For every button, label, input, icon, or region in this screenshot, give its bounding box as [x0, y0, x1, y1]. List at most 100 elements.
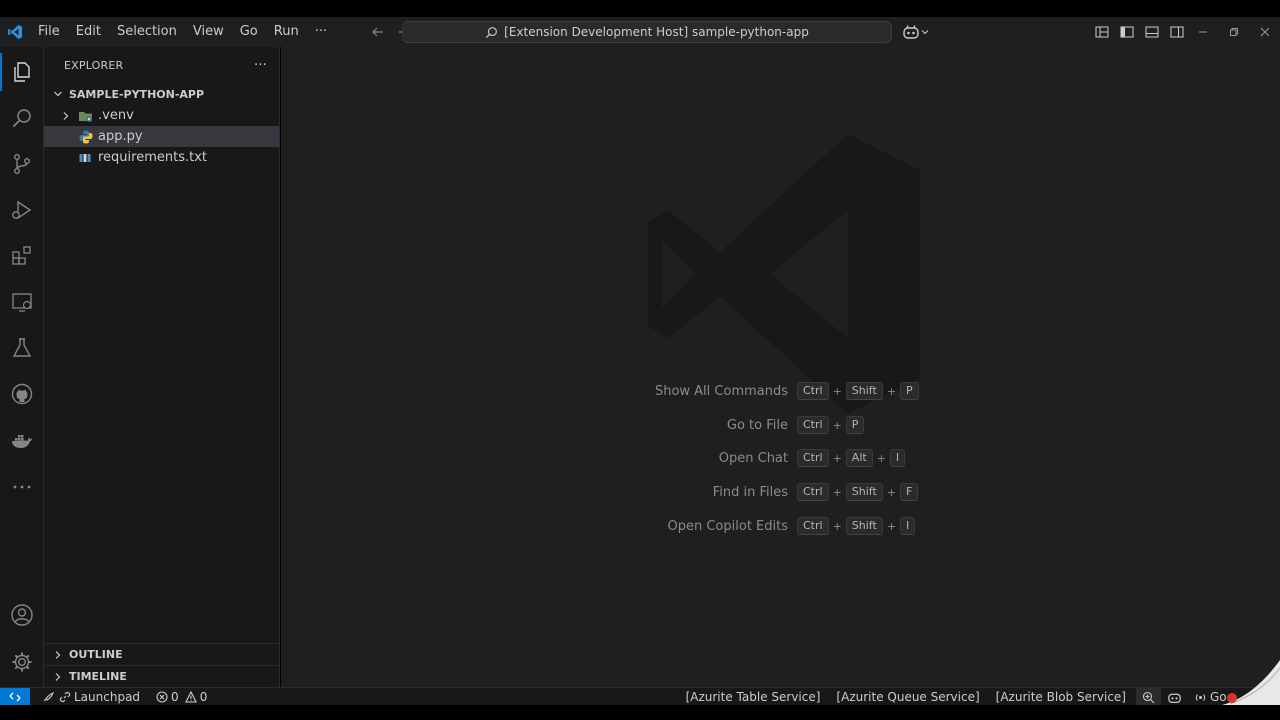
editor-empty-state: [281, 47, 1280, 687]
menu-go[interactable]: Go: [232, 17, 266, 47]
timeline-section[interactable]: TIMELINE: [44, 665, 280, 687]
zoom-icon: [1142, 691, 1155, 703]
vscode-watermark-icon: [648, 134, 920, 414]
shortcut-label: Open Copilot Edits: [667, 518, 789, 534]
error-icon: [156, 690, 168, 703]
tree-item-label: requirements.txt: [98, 150, 208, 165]
chevron-right-icon: [50, 647, 66, 663]
toggle-secondary-sidebar-icon[interactable]: [1167, 22, 1186, 42]
toggle-primary-sidebar-icon[interactable]: [1117, 22, 1136, 42]
warning-icon: [184, 690, 197, 703]
shortcut-label: Find in Files: [712, 484, 788, 500]
run-and-debug-icon[interactable]: [0, 187, 44, 233]
docker-icon[interactable]: [0, 418, 44, 464]
error-count: 0: [171, 689, 179, 704]
outline-section[interactable]: OUTLINE: [44, 643, 280, 665]
shortcut-keys: Ctrl + Shift + F: [797, 483, 919, 501]
explorer-icon[interactable]: [0, 49, 44, 95]
shortcut-go-to-file: Go to File Ctrl + P: [281, 415, 1280, 435]
tree-item-label: .venv: [98, 108, 134, 123]
status-bar: Launchpad 0 0 [Azurite Table Service] [A…: [0, 687, 1280, 706]
remote-icon: [9, 692, 21, 701]
shortcut-open-copilot-edits: Open Copilot Edits Ctrl + Shift + I: [281, 516, 1280, 536]
more-views-icon[interactable]: [0, 464, 44, 510]
explorer-sidebar: EXPLORER ··· SAMPLE-PYTHON-APP .venv app…: [44, 47, 280, 687]
shortcut-keys: Ctrl + Shift + P: [797, 382, 919, 400]
command-center-label: [Extension Development Host] sample-pyth…: [504, 25, 809, 39]
menu-edit[interactable]: Edit: [68, 17, 109, 47]
minimize-icon[interactable]: [1187, 17, 1218, 47]
launchpad-label: Launchpad: [74, 689, 141, 704]
menu-file[interactable]: File: [30, 17, 68, 47]
extensions-icon[interactable]: [0, 233, 44, 279]
key: I: [900, 517, 916, 535]
remote-indicator[interactable]: [0, 687, 30, 706]
title-bar: File Edit Selection View Go Run ··· [Ext…: [0, 17, 1280, 47]
command-center[interactable]: [Extension Development Host] sample-pyth…: [402, 21, 892, 43]
menu-run[interactable]: Run: [266, 17, 307, 47]
status-bar-right: [Azurite Table Service] [Azurite Queue S…: [680, 688, 1280, 706]
tree-item-label: app.py: [98, 129, 143, 144]
launchpad-status[interactable]: Launchpad: [36, 690, 146, 704]
github-icon[interactable]: [0, 371, 44, 417]
source-control-icon[interactable]: [0, 141, 44, 187]
back-arrow-icon[interactable]: [369, 17, 387, 47]
key: Ctrl: [797, 483, 829, 501]
copilot-menu-button[interactable]: [902, 22, 932, 42]
vscode-logo-icon: [0, 17, 30, 47]
azurite-blob-service[interactable]: [Azurite Blob Service]: [990, 690, 1136, 704]
tree-item-venv[interactable]: .venv: [44, 105, 279, 126]
restore-icon[interactable]: [1218, 17, 1249, 47]
azurite-queue-service[interactable]: [Azurite Queue Service]: [830, 690, 989, 704]
close-icon[interactable]: [1249, 17, 1280, 47]
shortcut-show-all-commands: Show All Commands Ctrl + Shift + P: [281, 381, 1280, 401]
remote-explorer-icon[interactable]: [0, 279, 44, 325]
requirements-file-icon: [78, 150, 94, 166]
folder-header[interactable]: SAMPLE-PYTHON-APP: [44, 83, 279, 105]
sidebar-title: EXPLORER: [64, 58, 124, 72]
shortcut-keys: Ctrl + Shift + I: [797, 517, 916, 535]
chevron-right-icon: [50, 669, 66, 685]
rocket-icon: [43, 691, 54, 701]
screenpresso-watermark-icon: [1222, 660, 1280, 705]
zoom-status[interactable]: [1136, 688, 1161, 706]
sidebar-header: EXPLORER ···: [44, 47, 279, 83]
tree-item-requirements-txt[interactable]: requirements.txt: [44, 147, 279, 168]
key: Shift: [845, 483, 883, 501]
key: I: [889, 449, 906, 467]
menu-selection[interactable]: Selection: [109, 17, 185, 47]
problems-status[interactable]: 0 0: [150, 690, 213, 704]
search-icon: [486, 26, 498, 38]
key: Ctrl: [797, 416, 829, 434]
broadcast-icon: [1195, 693, 1206, 701]
venv-folder-icon: [78, 108, 94, 124]
sidebar-more-actions[interactable]: ···: [254, 58, 267, 73]
copilot-status[interactable]: [1161, 691, 1188, 704]
key: Shift: [845, 382, 883, 400]
sidebar-bottom-sections: OUTLINE TIMELINE: [44, 643, 280, 687]
azurite-table-service[interactable]: [Azurite Table Service]: [680, 690, 831, 704]
shortcut-keys: Ctrl + Alt + I: [797, 449, 906, 467]
menu-more[interactable]: ···: [307, 17, 335, 47]
layout-controls: [1092, 22, 1186, 42]
link-icon: [59, 691, 71, 702]
chevron-right-icon: [58, 108, 74, 124]
chevron-down-icon: [921, 30, 929, 35]
shortcut-label: Go to File: [726, 417, 788, 433]
activity-bar: [0, 47, 44, 687]
key: Shift: [845, 517, 883, 535]
shortcut-label: Open Chat: [718, 450, 788, 466]
gear-icon[interactable]: [0, 639, 44, 685]
tree-item-app-py[interactable]: app.py: [44, 126, 279, 147]
menu-bar: File Edit Selection View Go Run ···: [30, 17, 335, 47]
customize-layout-icon[interactable]: [1092, 22, 1111, 42]
shortcut-keys: Ctrl + P: [797, 416, 865, 434]
screen-top-border: [0, 0, 1280, 17]
copilot-icon: [1168, 693, 1181, 703]
toggle-panel-icon[interactable]: [1142, 22, 1161, 42]
search-icon[interactable]: [0, 95, 44, 141]
menu-view[interactable]: View: [185, 17, 232, 47]
testing-icon[interactable]: [0, 325, 44, 371]
accounts-icon[interactable]: [0, 592, 44, 638]
key: P: [900, 382, 919, 400]
